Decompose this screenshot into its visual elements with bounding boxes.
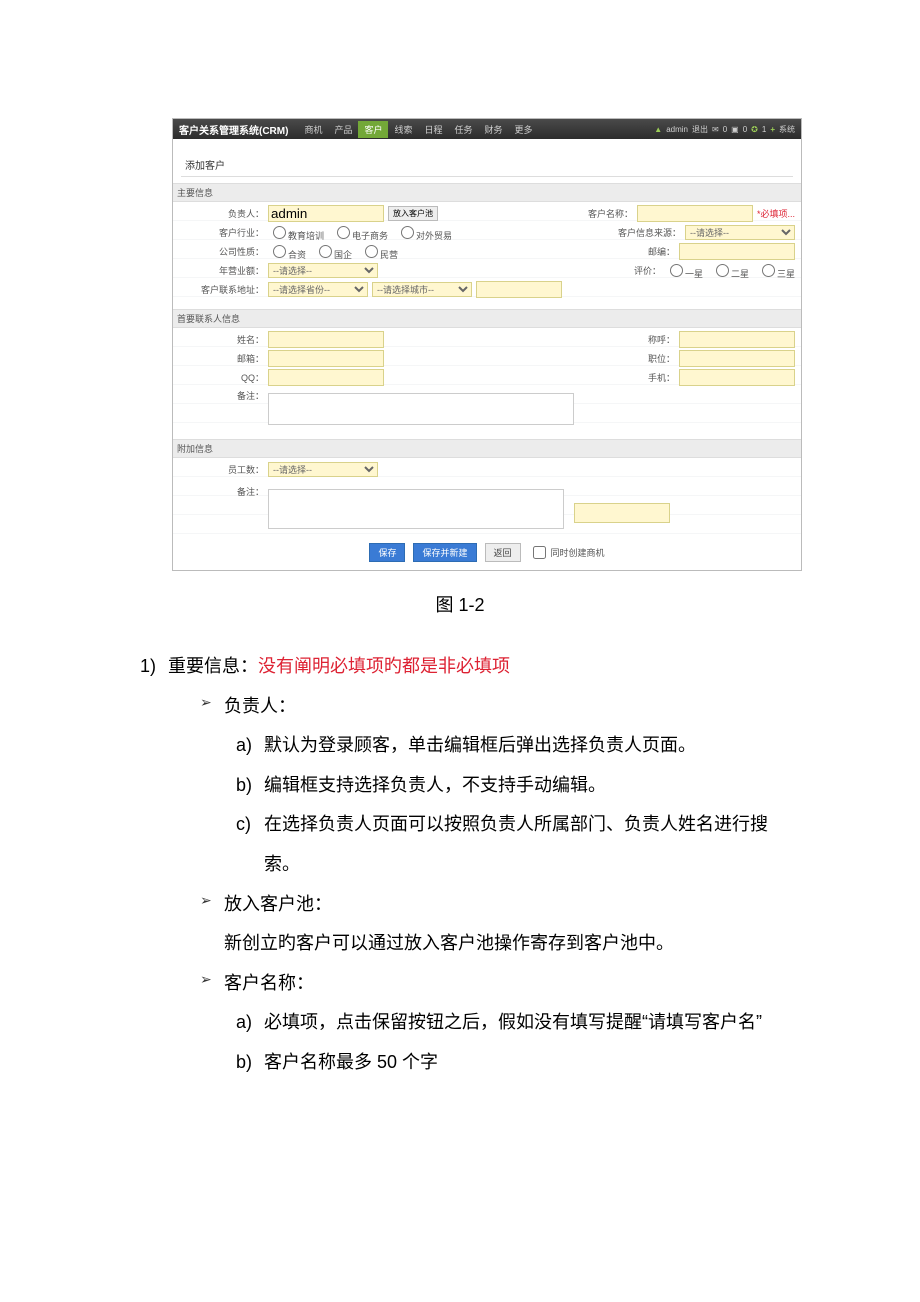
- to-pool-button[interactable]: 放入客户池: [388, 206, 438, 221]
- text: 必填项，点击保留按钮之后，假如没有填写提醒“请填写客户名”: [264, 1012, 762, 1032]
- title-input[interactable]: [679, 350, 795, 367]
- nav-item[interactable]: 财务: [479, 121, 509, 138]
- nav-item[interactable]: 产品: [328, 121, 358, 138]
- nav-item[interactable]: 更多: [509, 121, 539, 138]
- text: 编辑框支持选择负责人，不支持手动编辑。: [264, 775, 606, 795]
- topnav: 客户关系管理系统(CRM) 商机 产品 客户 线索 日程 任务 财务 更多 ▲ …: [173, 119, 801, 139]
- alpha-item: a)必填项，点击保留按钮之后，假如没有填写提醒“请填写客户名”: [236, 1003, 780, 1043]
- nav-item[interactable]: 日程: [419, 121, 449, 138]
- name-input[interactable]: [268, 331, 384, 348]
- back-button[interactable]: 返回: [485, 543, 521, 562]
- section-extra: 员工数： --请选择-- 备注：: [173, 458, 801, 537]
- nav-item[interactable]: 任务: [449, 121, 479, 138]
- label-note: 备注：: [179, 389, 268, 402]
- mobile-input[interactable]: [679, 369, 795, 386]
- section-main: 负责人： 放入客户池 客户名称： *必填项... 客户行业： 教育培训 电子商务…: [173, 202, 801, 303]
- user-icon: ▲: [654, 125, 662, 134]
- revenue-select[interactable]: --请选择--: [268, 263, 378, 278]
- cust-name-input[interactable]: [637, 205, 753, 222]
- label-rating: 评价：: [605, 264, 665, 277]
- note2-textarea[interactable]: [268, 489, 564, 529]
- also-create-check[interactable]: 同时创建商机: [529, 543, 605, 562]
- nav-right: ▲ admin 退出 ✉0 ▣0 ✪1 + 系统: [654, 124, 795, 135]
- text: 重要信息：: [168, 656, 258, 676]
- email-input[interactable]: [268, 350, 384, 367]
- section-main-header: 主要信息: [173, 183, 801, 202]
- company-type-radios[interactable]: 合资 国企 民营: [268, 242, 398, 261]
- msg-icon[interactable]: ▣: [731, 125, 739, 134]
- label-revenue: 年营业额：: [179, 264, 268, 277]
- post-input[interactable]: [679, 243, 795, 260]
- label-salute: 称呼：: [619, 333, 679, 346]
- alpha-item: c)在选择负责人页面可以按照负责人所属部门、负责人姓名进行搜索。: [236, 805, 780, 884]
- label-post: 邮编：: [619, 245, 679, 258]
- label-owner: 负责人：: [179, 207, 268, 220]
- city-select[interactable]: --请选择城市--: [372, 282, 472, 297]
- text: 新创立旳客户可以通过放入客户池操作寄存到客户池中。: [224, 924, 780, 964]
- label-emp: 员工数：: [179, 463, 268, 476]
- text-red: 没有阐明必填项旳都是非必填项: [258, 656, 510, 676]
- salute-input[interactable]: [679, 331, 795, 348]
- industry-radios[interactable]: 教育培训 电子商务 对外贸易: [268, 223, 452, 242]
- user-name: admin: [666, 125, 688, 134]
- aux-input[interactable]: [574, 503, 670, 523]
- label-industry: 客户行业：: [179, 226, 268, 239]
- label-addr: 客户联系地址：: [179, 283, 268, 296]
- addr-input[interactable]: [476, 281, 562, 298]
- document-body: 1) 重要信息：没有阐明必填项旳都是非必填项 负责人： a)默认为登录顾客，单击…: [140, 647, 780, 1083]
- save-button[interactable]: 保存: [369, 543, 405, 562]
- section-extra-header: 附加信息: [173, 439, 801, 458]
- crm-window: 客户关系管理系统(CRM) 商机 产品 客户 线索 日程 任务 财务 更多 ▲ …: [172, 118, 802, 571]
- text: 客户名称最多 50 个字: [264, 1052, 438, 1072]
- bullet-pool: 放入客户池：: [200, 885, 780, 925]
- qq-input[interactable]: [268, 369, 384, 386]
- page-title: 添加客户: [181, 147, 793, 177]
- owner-input[interactable]: [268, 205, 384, 222]
- province-select[interactable]: --请选择省份--: [268, 282, 368, 297]
- note-textarea[interactable]: [268, 393, 574, 425]
- label-name: 姓名：: [179, 333, 268, 346]
- section-contact-header: 首要联系人信息: [173, 309, 801, 328]
- section-contact: 姓名： 称呼： 邮箱： 职位： QQ： 手机： 备注：: [173, 328, 801, 433]
- text: 在选择负责人页面可以按照负责人所属部门、负责人姓名进行搜索。: [264, 814, 768, 874]
- mail-icon[interactable]: ✉: [712, 125, 719, 134]
- list-item-1: 1) 重要信息：没有阐明必填项旳都是非必填项: [140, 647, 780, 687]
- save-new-button[interactable]: 保存并新建: [413, 543, 476, 562]
- logout-link[interactable]: 退出: [692, 124, 708, 135]
- nav-item[interactable]: 线索: [388, 121, 418, 138]
- alpha-item: b)编辑框支持选择负责人，不支持手动编辑。: [236, 766, 780, 806]
- sys-icon[interactable]: ✪: [751, 125, 758, 134]
- alpha-item: a)默认为登录顾客，单击编辑框后弹出选择负责人页面。: [236, 726, 780, 766]
- bullet-owner: 负责人：: [200, 687, 780, 727]
- emp-select[interactable]: --请选择--: [268, 462, 378, 477]
- label-company-type: 公司性质：: [179, 245, 268, 258]
- bullet-cust-name: 客户名称：: [200, 964, 780, 1004]
- system-menu[interactable]: 系统: [779, 124, 795, 135]
- nav-item[interactable]: 商机: [298, 121, 328, 138]
- label-mobile: 手机：: [619, 371, 679, 384]
- action-bar: 保存 保存并新建 返回 同时创建商机: [173, 537, 801, 570]
- alpha-item: b)客户名称最多 50 个字: [236, 1043, 780, 1083]
- label-info-src: 客户信息来源：: [601, 226, 685, 239]
- required-hint: *必填项...: [757, 207, 795, 220]
- label-note2: 备注：: [179, 485, 268, 498]
- info-src-select[interactable]: --请选择--: [685, 225, 795, 240]
- nav-item-active[interactable]: 客户: [358, 121, 388, 138]
- add-icon[interactable]: +: [770, 125, 775, 134]
- crm-screenshot: 客户关系管理系统(CRM) 商机 产品 客户 线索 日程 任务 财务 更多 ▲ …: [172, 118, 802, 571]
- label-qq: QQ：: [179, 371, 268, 384]
- figure-caption: 图 1-2: [0, 591, 920, 617]
- rating-radios[interactable]: 一星 二星 三星: [665, 261, 795, 280]
- text: 默认为登录顾客，单击编辑框后弹出选择负责人页面。: [264, 735, 696, 755]
- brand: 客户关系管理系统(CRM): [179, 122, 288, 137]
- list-number: 1): [140, 647, 168, 687]
- label-email: 邮箱：: [179, 352, 268, 365]
- label-title: 职位：: [619, 352, 679, 365]
- label-cust-name: 客户名称：: [577, 207, 637, 220]
